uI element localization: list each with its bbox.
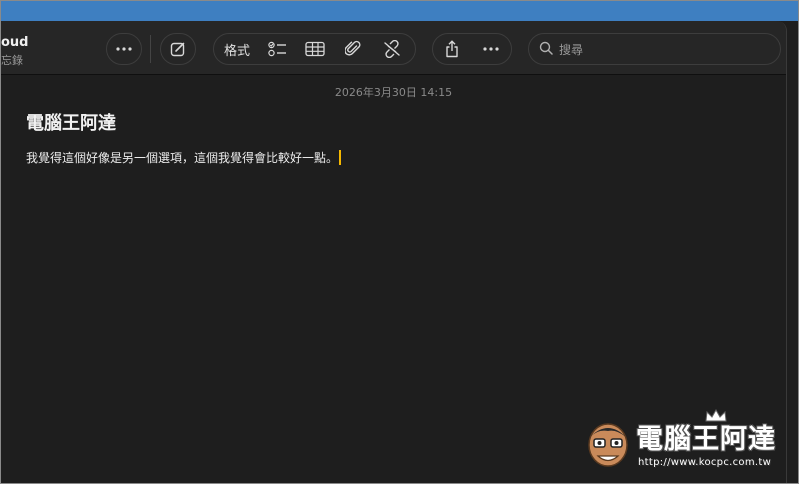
search-placeholder: 搜尋 <box>559 42 584 57</box>
screenshot-frame: oud 忘錄 格式 搜尋 2026年3月30日 14:15 電腦王阿達 我覺得這… <box>0 0 799 484</box>
format-toolbar-group: 格式 <box>213 33 416 65</box>
more-options-button[interactable] <box>106 33 142 65</box>
folder-title[interactable]: oud <box>1 35 29 50</box>
note-body[interactable]: 我覺得這個好像是另一個選項，這個我覺得會比較好一點。 <box>26 149 342 166</box>
new-note-button[interactable] <box>160 33 196 65</box>
search-icon <box>539 40 553 59</box>
note-body-text: 我覺得這個好像是另一個選項，這個我覺得會比較好一點。 <box>26 151 339 165</box>
search-input[interactable]: 搜尋 <box>528 33 781 65</box>
checklist-icon[interactable] <box>260 33 296 65</box>
ellipsis-icon <box>107 33 141 65</box>
format-label: 格式 <box>223 43 250 59</box>
toolbar-divider <box>150 35 151 63</box>
mascot-face-icon <box>588 423 628 467</box>
share-icon[interactable] <box>433 33 471 65</box>
text-caret <box>339 150 342 165</box>
desktop-background <box>1 1 798 21</box>
compose-icon <box>161 33 195 65</box>
paperclip-icon[interactable] <box>334 33 372 65</box>
format-button[interactable]: 格式 <box>214 33 260 65</box>
note-title[interactable]: 電腦王阿達 <box>26 109 116 135</box>
link-off-icon[interactable] <box>372 33 412 65</box>
watermark-text: 電腦王阿達 <box>636 424 776 455</box>
folder-subtitle: 忘錄 <box>1 54 23 67</box>
watermark-url: http://www.kocpc.com.tw <box>638 457 772 468</box>
ellipsis-icon[interactable] <box>471 33 511 65</box>
watermark: 電腦王阿達 http://www.kocpc.com.tw <box>586 409 791 479</box>
note-timestamp: 2026年3月30日 14:15 <box>334 86 453 99</box>
toolbar: oud 忘錄 格式 搜尋 <box>1 21 786 75</box>
table-icon[interactable] <box>296 33 334 65</box>
share-toolbar-group <box>432 33 512 65</box>
